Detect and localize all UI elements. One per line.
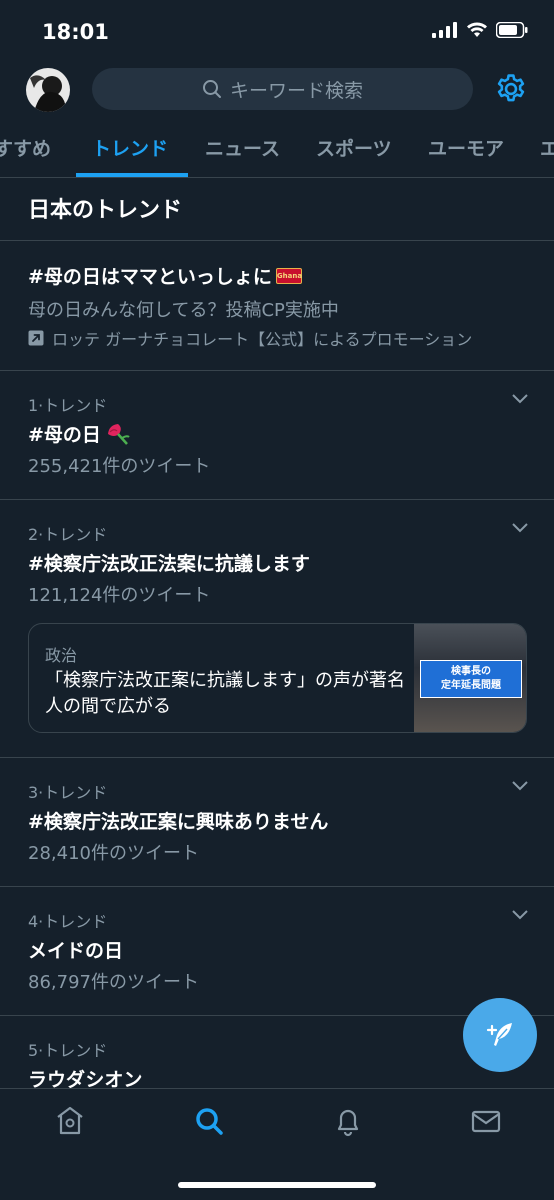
- tab-news[interactable]: ニュース: [205, 134, 280, 161]
- avatar[interactable]: [26, 68, 70, 112]
- tab-humor[interactable]: ユーモア: [428, 134, 504, 161]
- trend-rank: 3·トレンド: [28, 783, 108, 802]
- home-indicator[interactable]: [178, 1182, 376, 1188]
- trend-tweet-count: 255,421件のツイート: [28, 456, 211, 477]
- trend-rank: 2·トレンド: [28, 525, 108, 544]
- status-time: 18:01: [42, 20, 109, 44]
- promoted-icon: [28, 330, 44, 346]
- chevron-down-icon[interactable]: [512, 523, 528, 533]
- search-icon: [202, 80, 221, 98]
- header: キーワード検索: [0, 64, 554, 116]
- trend-rank: 4·トレンド: [28, 912, 108, 931]
- trend-tweet-count: 28,410件のツイート: [28, 843, 199, 864]
- news-card[interactable]: 政治 「検察庁法改正案に抗議します」の声が著名人の間で広がる 検事長の 定年延長…: [28, 623, 527, 733]
- trend-rank: 1·トレンド: [28, 396, 108, 415]
- trend-item[interactable]: 1·トレンド #母の日 255,421件のツイート: [0, 370, 554, 499]
- compose-tweet-button[interactable]: [463, 998, 537, 1072]
- promoted-trend-title-text: #母の日はママといっしょに: [28, 266, 272, 288]
- news-headline: 「検察庁法改正案に抗議します」の声が著名人の間で広がる: [45, 670, 405, 717]
- signal-icon: [432, 22, 457, 38]
- promoted-trend-title: #母の日はママといっしょに Ghana: [28, 262, 302, 289]
- promoted-trend-description: 母の日みんな何してる？投稿CP実施中: [28, 300, 339, 321]
- wifi-icon: [467, 22, 487, 37]
- chevron-down-icon[interactable]: [512, 910, 528, 920]
- tab-sports[interactable]: スポーツ: [316, 134, 392, 161]
- trend-name: #母の日: [28, 420, 131, 447]
- chevron-down-icon[interactable]: [512, 781, 528, 791]
- trend-item[interactable]: 4·トレンド メイドの日 86,797件のツイート: [0, 886, 554, 1015]
- promoted-trend[interactable]: #母の日はママといっしょに Ghana 母の日みんな何してる？投稿CP実施中 ロ…: [0, 240, 554, 370]
- tab-entertainment[interactable]: エ: [540, 134, 554, 161]
- trend-tweet-count: 121,124件のツイート: [28, 585, 211, 606]
- news-category: 政治: [45, 646, 78, 665]
- ghana-badge-icon: Ghana: [275, 267, 302, 284]
- thumbnail-caption-line-1: 検事長の: [451, 666, 491, 677]
- carnation-icon: [107, 423, 130, 445]
- trend-name: メイドの日: [28, 940, 124, 962]
- status-bar: 18:01: [0, 0, 554, 64]
- status-icons: [432, 22, 528, 38]
- search-input[interactable]: キーワード検索: [92, 68, 473, 110]
- battery-icon: [496, 22, 528, 38]
- trend-tweet-count: 86,797件のツイート: [28, 972, 199, 993]
- gear-icon[interactable]: [494, 72, 528, 106]
- chevron-down-icon[interactable]: [512, 394, 528, 404]
- search-placeholder: キーワード検索: [229, 79, 363, 102]
- news-thumbnail-caption: 検事長の 定年延長問題: [420, 660, 522, 698]
- trend-item[interactable]: 3·トレンド #検察庁法改正案に興味ありません 28,410件のツイート: [0, 757, 554, 886]
- thumbnail-caption-line-2: 定年延長問題: [441, 680, 501, 691]
- active-tab-indicator: [76, 173, 188, 177]
- mail-icon[interactable]: [470, 1105, 502, 1137]
- trend-name-text: #母の日: [28, 424, 101, 446]
- trend-rank: 5·トレンド: [28, 1041, 108, 1060]
- home-icon[interactable]: [54, 1105, 86, 1137]
- section-title: 日本のトレンド: [28, 198, 183, 223]
- search-icon[interactable]: [193, 1105, 225, 1137]
- tab-recommended[interactable]: すすめ: [0, 134, 51, 161]
- tab-trends[interactable]: トレンド: [92, 134, 168, 161]
- trend-name: #検察庁法改正法案に抗議します: [28, 553, 310, 575]
- promoted-by: ロッテ ガーナチョコレート【公式】によるプロモーション: [28, 326, 472, 350]
- bell-icon[interactable]: [332, 1105, 364, 1137]
- compose-feather-icon: [486, 1023, 512, 1046]
- news-thumbnail: 検事長の 定年延長問題: [414, 624, 526, 732]
- promoted-by-text: ロッテ ガーナチョコレート【公式】によるプロモーション: [52, 330, 473, 349]
- trend-item[interactable]: 2·トレンド #検察庁法改正法案に抗議します 121,124件のツイート 政治 …: [0, 499, 554, 757]
- tab-bar: すすめ トレンド ニュース スポーツ ユーモア エ: [0, 118, 554, 178]
- trend-name: #検察庁法改正案に興味ありません: [28, 811, 329, 833]
